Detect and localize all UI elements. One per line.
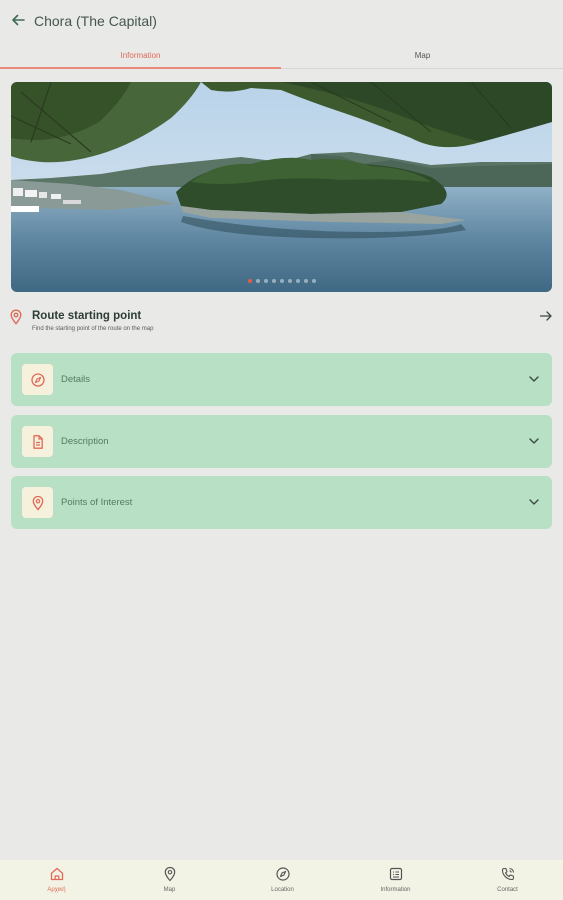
section-details[interactable]: Details bbox=[11, 353, 552, 406]
carousel-dot[interactable] bbox=[247, 279, 252, 283]
image-carousel[interactable] bbox=[11, 82, 552, 292]
arrow-left-icon bbox=[12, 14, 25, 26]
nav-item-information[interactable]: Information bbox=[339, 860, 452, 900]
chevron-down-icon bbox=[529, 376, 539, 382]
location-pin-icon bbox=[32, 495, 43, 510]
section-label: Description bbox=[61, 436, 109, 447]
compass-icon bbox=[30, 372, 45, 387]
tab-indicator bbox=[0, 67, 281, 69]
nav-item-contact[interactable]: Contact bbox=[452, 860, 563, 900]
hero-photo bbox=[11, 82, 552, 292]
nav-item-location[interactable]: Location bbox=[226, 860, 339, 900]
tab-information[interactable]: Information bbox=[0, 42, 281, 68]
carousel-dot[interactable] bbox=[263, 279, 268, 283]
app-bar: Chora (The Capital) bbox=[0, 0, 563, 42]
carousel-dot[interactable] bbox=[287, 279, 292, 283]
nav-item-home[interactable]: Αρχική bbox=[0, 860, 113, 900]
carousel-dot[interactable] bbox=[295, 279, 300, 283]
nav-label: Information bbox=[380, 887, 411, 893]
location-pin-icon bbox=[10, 309, 22, 325]
compass-icon bbox=[275, 867, 290, 881]
tab-bar: Information Map bbox=[0, 42, 563, 69]
nav-label: Contact bbox=[497, 887, 518, 893]
section-icon-tile bbox=[22, 487, 53, 518]
carousel-dot[interactable] bbox=[255, 279, 260, 283]
home-icon bbox=[50, 867, 63, 881]
nav-label: Map bbox=[163, 887, 176, 893]
tab-map[interactable]: Map bbox=[282, 42, 563, 68]
route-starting-point-link[interactable]: Route starting point Find the starting p… bbox=[0, 305, 563, 341]
map-pin-icon bbox=[164, 866, 175, 882]
carousel-dot[interactable] bbox=[271, 279, 276, 283]
bottom-navigation: Αρχική Map Location Information Contact bbox=[0, 860, 563, 900]
section-label: Points of Interest bbox=[61, 497, 133, 508]
carousel-dot[interactable] bbox=[303, 279, 308, 283]
nav-label: Location bbox=[271, 887, 294, 893]
info-list-icon bbox=[389, 867, 402, 881]
carousel-dot[interactable] bbox=[311, 279, 316, 283]
back-button[interactable] bbox=[8, 10, 28, 30]
route-title: Route starting point bbox=[32, 310, 142, 322]
section-icon-tile bbox=[22, 364, 53, 395]
nav-label: Αρχική bbox=[47, 887, 66, 893]
phone-icon bbox=[501, 867, 514, 881]
page-title: Chora (The Capital) bbox=[34, 13, 157, 29]
section-label: Details bbox=[61, 374, 91, 385]
carousel-dot[interactable] bbox=[279, 279, 284, 283]
arrow-right-icon bbox=[539, 311, 552, 321]
carousel-indicator bbox=[11, 279, 552, 283]
section-points-of-interest[interactable]: Points of Interest bbox=[11, 476, 552, 529]
chevron-down-icon bbox=[529, 438, 539, 444]
document-icon bbox=[32, 434, 43, 449]
section-description[interactable]: Description bbox=[11, 415, 552, 468]
route-subtitle: Find the starting point of the route on … bbox=[32, 326, 154, 332]
chevron-down-icon bbox=[529, 499, 539, 505]
nav-item-map[interactable]: Map bbox=[113, 860, 226, 900]
section-icon-tile bbox=[22, 426, 53, 457]
